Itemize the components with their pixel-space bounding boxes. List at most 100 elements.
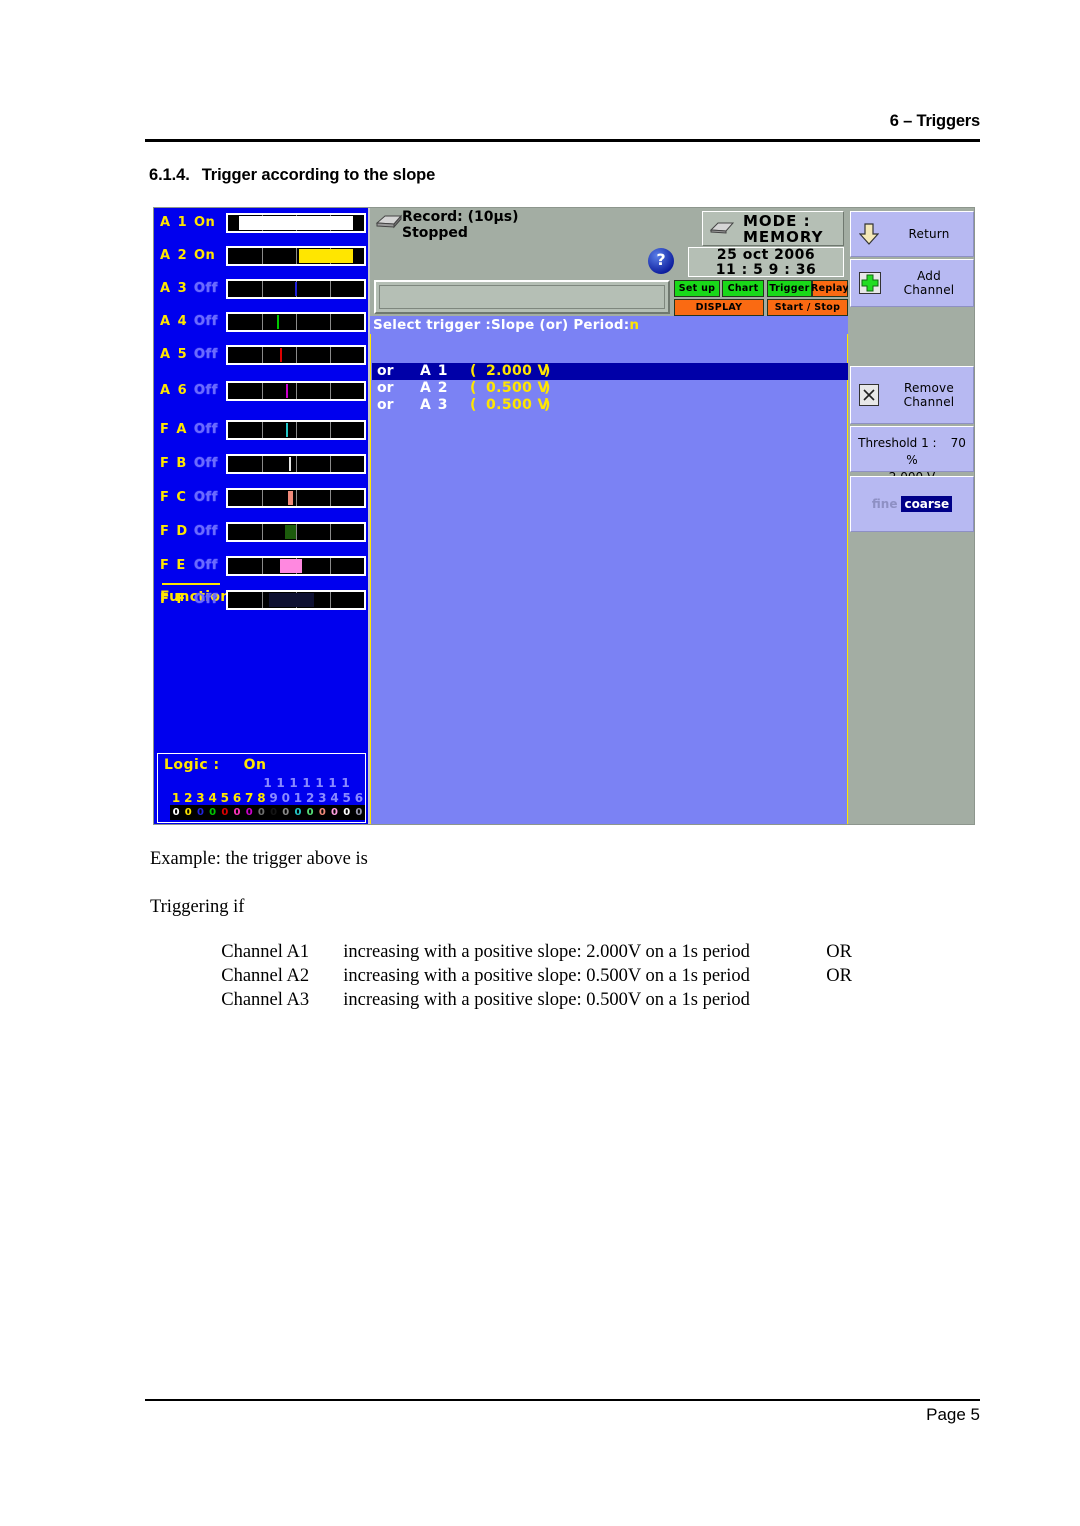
channel-row-ff[interactable]: F F Off (158, 589, 368, 615)
logic-title: Logic : On (164, 757, 267, 773)
channel-state-a6[interactable]: Off (194, 383, 222, 398)
fine-option[interactable]: fine (872, 497, 898, 511)
logic-tens-row: 1 1 1 1 1 1 1 (261, 776, 352, 790)
trigger-close-paren: ) (544, 380, 551, 396)
logic-units-row: 1 2 3 4 5 6 7 8 9 0 1 2 3 4 5 6 (170, 791, 365, 805)
logic-led[interactable]: 0 (304, 805, 317, 820)
channel-row-a3[interactable]: A 3 Off (158, 278, 368, 304)
replay-button[interactable]: Replay (811, 280, 849, 297)
channel-row-a1[interactable]: A 1 On (158, 212, 368, 238)
section-number: 6.1.4. (149, 166, 190, 184)
logic-unit-digit: 0 (281, 791, 290, 805)
channel-label-a4: A 4 (160, 314, 189, 329)
trigger-channel: A 3 (420, 397, 449, 413)
channel-state-fd[interactable]: Off (194, 524, 222, 539)
logic-led[interactable]: 0 (328, 805, 341, 820)
channel-row-a6[interactable]: A 6 Off (158, 380, 368, 406)
chart-button[interactable]: Chart (722, 280, 764, 297)
channel-row-fe[interactable]: F E Off (158, 555, 368, 581)
logic-led[interactable]: 0 (316, 805, 329, 820)
channel-row-fb[interactable]: F B Off (158, 453, 368, 479)
logic-value[interactable]: On (244, 757, 267, 773)
channel-row-a5[interactable]: A 5 Off (158, 344, 368, 370)
message-field[interactable] (374, 280, 670, 314)
device-screenshot: A 1 On A 2 On A 3 Off A 4 Off A 5 Off A … (153, 207, 975, 825)
channel-state-a4[interactable]: Off (194, 314, 222, 329)
remove-channel-button[interactable]: Remove Channel (850, 366, 974, 424)
logic-panel[interactable]: Logic : On 1 1 1 1 1 1 1 1 2 3 4 5 6 7 8 … (157, 753, 366, 823)
footer-rule (145, 1399, 980, 1401)
start-stop-button[interactable]: Start / Stop (767, 299, 848, 316)
trigger-list-item-3[interactable]: or A 3 ( 0.500 V ) (372, 397, 848, 414)
trigger-list-item-1[interactable]: or A 1 ( 2.000 V ) (372, 363, 848, 380)
channel-row-a4[interactable]: A 4 Off (158, 311, 368, 337)
logic-led[interactable]: 0 (170, 805, 183, 820)
logic-led[interactable]: 0 (194, 805, 207, 820)
fine-coarse-toggle[interactable]: fine coarse (850, 476, 974, 532)
trigger-button[interactable]: Trigger (767, 280, 812, 297)
trigger-voltage: 0.500 V (486, 380, 549, 396)
logic-led[interactable]: 0 (182, 805, 195, 820)
logic-led[interactable]: 0 (340, 805, 353, 820)
trigger-voltage: 0.500 V (486, 397, 549, 413)
help-icon[interactable]: ? (648, 248, 674, 274)
logic-led[interactable]: 0 (255, 805, 268, 820)
channel-row-fc[interactable]: F C Off (158, 487, 368, 513)
channel-state-fa[interactable]: Off (194, 422, 222, 437)
time-text: 11 : 5 9 : 36 (715, 262, 817, 278)
channel-row-a2[interactable]: A 2 On (158, 245, 368, 271)
channel-state-fe[interactable]: Off (194, 558, 222, 573)
threshold-display[interactable]: Threshold 1 :70 % 2.000 V (850, 426, 974, 484)
logic-led[interactable]: 0 (279, 805, 292, 820)
channel-row-fd[interactable]: F D Off (158, 521, 368, 547)
logic-unit-digit: 4 (208, 791, 217, 805)
setup-button[interactable]: Set up (674, 280, 720, 297)
channel-bar-fd (226, 522, 366, 542)
channel-state-a5[interactable]: Off (194, 347, 222, 362)
trigger-list-item-2[interactable]: or A 2 ( 0.500 V ) (372, 380, 848, 397)
mode-label: MODE : MEMORY (743, 212, 824, 246)
trigger-statement-description: increasing with a positive slope: 0.500V… (343, 990, 750, 1010)
channel-state-fb[interactable]: Off (194, 456, 222, 471)
logic-led-row: 0 0 0 0 0 0 0 0 0 0 0 0 0 0 0 0 (170, 805, 365, 820)
logic-led[interactable]: 0 (267, 805, 280, 820)
logic-tens-digit: 1 (276, 776, 285, 790)
channel-state-ff[interactable]: Off (194, 592, 222, 607)
page-number: Page 5 (926, 1405, 980, 1424)
channel-bar-fc (226, 488, 366, 508)
logic-unit-digit: 8 (257, 791, 266, 805)
coarse-option[interactable]: coarse (901, 496, 953, 512)
mode-box[interactable]: MODE : MEMORY (702, 211, 844, 246)
memory-icon (709, 222, 735, 234)
channel-state-a3[interactable]: Off (194, 281, 222, 296)
record-status: Record: (10µs) Stopped (402, 209, 519, 241)
logic-led[interactable]: 0 (291, 805, 305, 820)
channel-bar-ff (226, 590, 366, 610)
display-button[interactable]: DISPLAY (674, 299, 764, 316)
channel-bar-fe (226, 556, 366, 576)
datetime-display: 25 oct 2006 11 : 5 9 : 36 (688, 247, 844, 278)
logic-led[interactable]: 0 (243, 805, 256, 820)
select-trigger-highlight[interactable]: n (629, 317, 639, 333)
status-band: Record: (10µs) Stopped MODE : MEMORY ? 2… (370, 208, 848, 278)
channel-bar-fb (226, 454, 366, 474)
channel-state-a1[interactable]: On (194, 215, 222, 230)
trigger-operator: or (377, 363, 394, 379)
trigger-statement-conjunction: OR (826, 966, 852, 986)
channel-state-fc[interactable]: Off (194, 490, 222, 505)
trigger-operator: or (377, 380, 394, 396)
return-button[interactable]: Return (850, 211, 974, 257)
channel-row-fa[interactable]: F A Off (158, 419, 368, 445)
add-channel-button[interactable]: Add Channel (850, 259, 974, 307)
logic-label: Logic : (164, 757, 220, 773)
message-field-inner (379, 285, 665, 309)
channel-state-a2[interactable]: On (194, 248, 222, 263)
channel-label-a3: A 3 (160, 281, 189, 296)
logic-led[interactable]: 0 (206, 805, 219, 820)
logic-led[interactable]: 0 (230, 805, 244, 820)
trigger-statement-3: Channel A3 increasing with a positive slo… (212, 969, 826, 1011)
logic-led[interactable]: 0 (352, 805, 365, 820)
section-title: Trigger according to the slope (201, 166, 436, 184)
logic-led[interactable]: 0 (218, 805, 231, 820)
channel-label-fe: F E (160, 558, 187, 573)
